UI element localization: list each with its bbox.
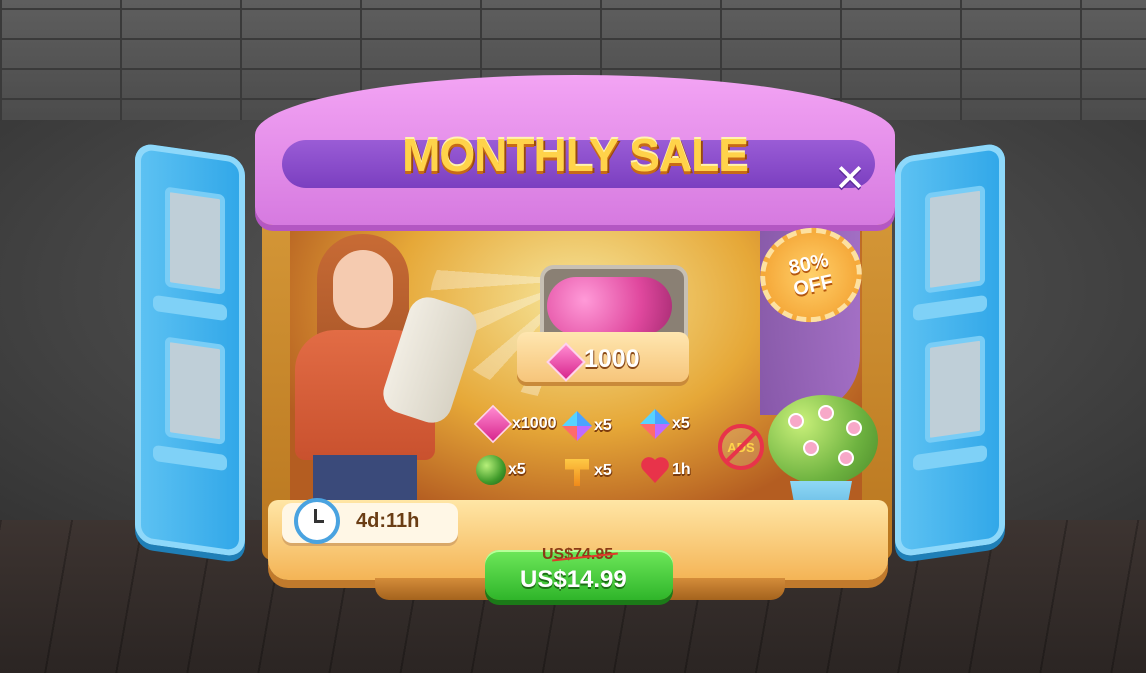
reward-item: x1000 [473,404,557,444]
popup-title: MONTHLY SALE [402,129,749,181]
reward-qty: x5 [594,417,612,434]
shutter-pane [165,336,225,445]
character-jeans [313,455,417,505]
flower [788,413,804,429]
flower [838,450,854,466]
left-window-shutter [135,142,245,558]
shutter-pane [165,186,225,295]
flower [803,440,819,456]
reward-item: x5 [562,408,612,444]
character-face [333,250,393,328]
flower [846,420,862,436]
reward-item: x5 [640,406,690,442]
flower [818,405,834,421]
shutter-slat [153,294,227,322]
time-remaining: 4d:11h [356,510,420,532]
shutter-pane [925,335,985,444]
reward-qty: 1h [672,461,691,478]
reward-qty: x1000 [512,415,557,432]
reward-item: x5 [476,452,526,488]
reward-qty: x5 [594,462,612,479]
alarm-clock-icon [294,498,340,544]
infinite-lives-icon [640,455,670,485]
reward-qty: x5 [508,461,526,478]
reward-item: 1h [640,452,691,488]
reward-item: x5 [562,453,612,489]
gem-icon [473,404,513,444]
rocket-icon [562,411,592,441]
shutter-pane [925,185,985,294]
hammer-icon [565,459,589,486]
discount-label: 80% OFF [786,249,836,301]
right-window-shutter [895,142,1005,558]
chest-gems [547,277,672,335]
reward-qty: x5 [672,415,690,432]
character-illustration [285,230,482,505]
shutter-slat [153,444,227,472]
shutter-slat [913,444,987,472]
close-button[interactable]: ✕ [828,158,872,198]
bomb-icon [476,455,506,485]
no-ads-icon: ADS [718,424,764,470]
shutter-slat [913,294,987,322]
gem-amount: 1000 [584,345,640,373]
sale-price[interactable]: US$14.99 [520,566,627,594]
rocket-icon [640,409,670,439]
